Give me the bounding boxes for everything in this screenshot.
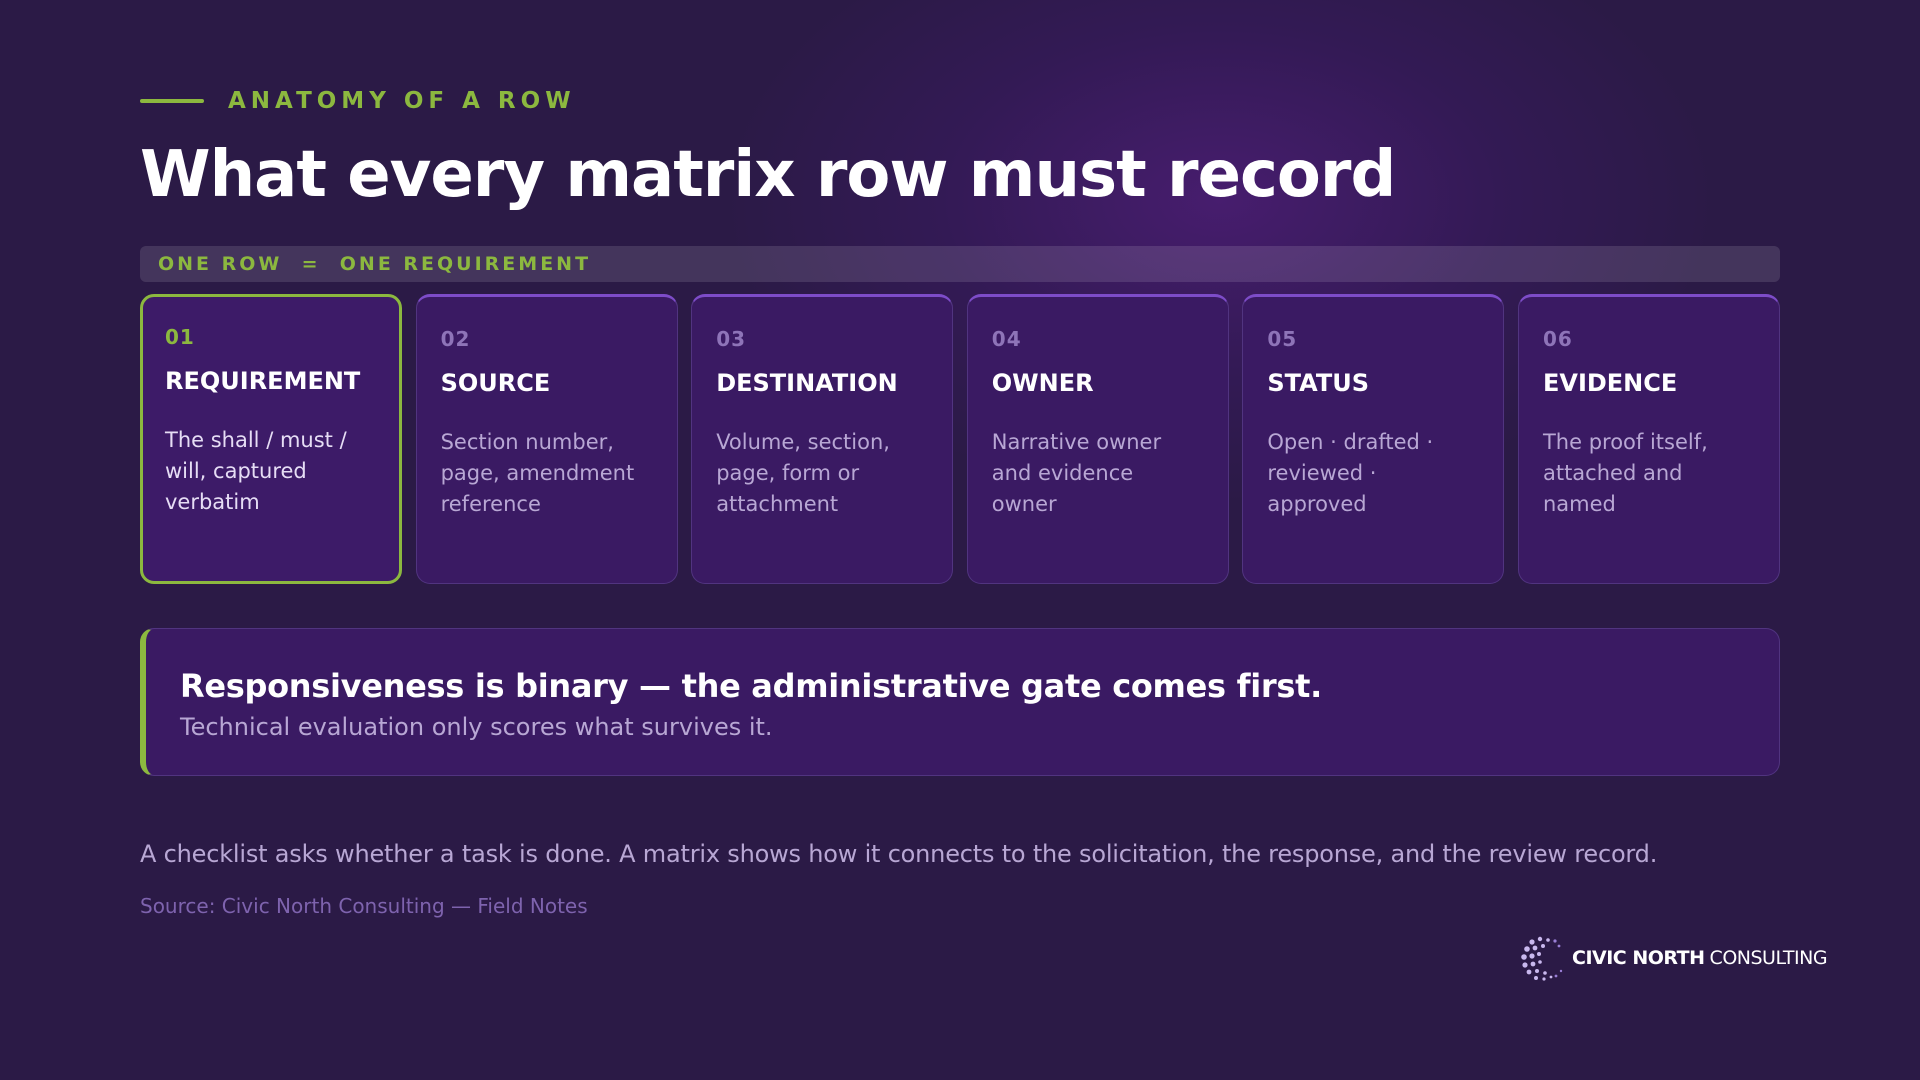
- logo-wordmark-light: CONSULTING: [1709, 947, 1828, 969]
- card-title: SOURCE: [440, 369, 551, 397]
- card-number: 06: [1542, 327, 1573, 351]
- card-title: STATUS: [1267, 369, 1370, 397]
- row-equals-requirement-band: ONE ROW = ONE REQUIREMENT: [140, 246, 1780, 282]
- card-description: Section number, page, amendment referenc…: [440, 430, 635, 516]
- dotted-globe-icon: [1521, 936, 1563, 981]
- eyebrow-accent-line: [140, 99, 204, 103]
- card-description: Narrative owner and evidence owner: [991, 430, 1162, 516]
- band-label: ONE ROW = ONE REQUIREMENT: [158, 253, 592, 275]
- card-requirement: 01 REQUIREMENT The shall / must / will, …: [140, 294, 402, 584]
- card-description: Open · drafted · reviewed · approved: [1267, 430, 1434, 516]
- card-evidence: 06 EVIDENCE The proof itself, attached a…: [1517, 294, 1780, 584]
- card-description: Volume, section, page, form or attachmen…: [716, 430, 890, 516]
- key-takeaway-callout: Responsiveness is binary — the administr…: [140, 628, 1780, 776]
- page-title: What every matrix row must record: [140, 138, 1396, 212]
- card-number: 01: [165, 325, 195, 349]
- card-title: REQUIREMENT: [165, 367, 361, 395]
- card-description: The proof itself, attached and named: [1542, 430, 1708, 516]
- callout-subtext: Technical evaluation only scores what su…: [180, 713, 773, 741]
- card-description: The shall / must / will, captured verbat…: [165, 428, 347, 514]
- card-owner: 04 OWNER Narrative owner and evidence ow…: [966, 294, 1229, 584]
- card-number: 05: [1267, 327, 1298, 351]
- card-number: 02: [440, 327, 471, 351]
- eyebrow: ANATOMY OF A ROW: [140, 88, 576, 114]
- card-number: 04: [991, 327, 1022, 351]
- eyebrow-label: ANATOMY OF A ROW: [228, 88, 576, 114]
- card-source: 02 SOURCE Section number, page, amendmen…: [415, 294, 678, 584]
- field-cards: 01 REQUIREMENT The shall / must / will, …: [140, 294, 1780, 584]
- logo-wordmark-bold: CIVIC NORTH: [1572, 947, 1705, 969]
- card-title: EVIDENCE: [1542, 369, 1678, 397]
- footnote: A checklist asks whether a task is done.…: [140, 840, 1658, 868]
- card-number: 03: [716, 327, 747, 351]
- card-title: DESTINATION: [716, 369, 898, 397]
- company-logo: CIVIC NORTH CONSULTING: [1518, 932, 1828, 984]
- card-title: OWNER: [991, 369, 1094, 397]
- card-status: 05 STATUS Open · drafted · reviewed · ap…: [1242, 294, 1505, 584]
- source-citation: Source: Civic North Consulting — Field N…: [140, 894, 588, 918]
- callout-headline: Responsiveness is binary — the administr…: [180, 667, 1322, 705]
- card-destination: 03 DESTINATION Volume, section, page, fo…: [691, 294, 954, 584]
